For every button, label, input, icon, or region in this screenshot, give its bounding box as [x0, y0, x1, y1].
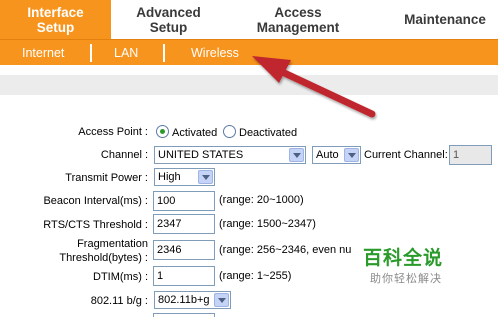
watermark-title: 百科全说	[363, 248, 444, 269]
router-admin-page: Interface Setup Advanced Setup Access Manag…	[0, 0, 498, 317]
watermark-subtitle: 助你轻松解决	[370, 273, 442, 285]
